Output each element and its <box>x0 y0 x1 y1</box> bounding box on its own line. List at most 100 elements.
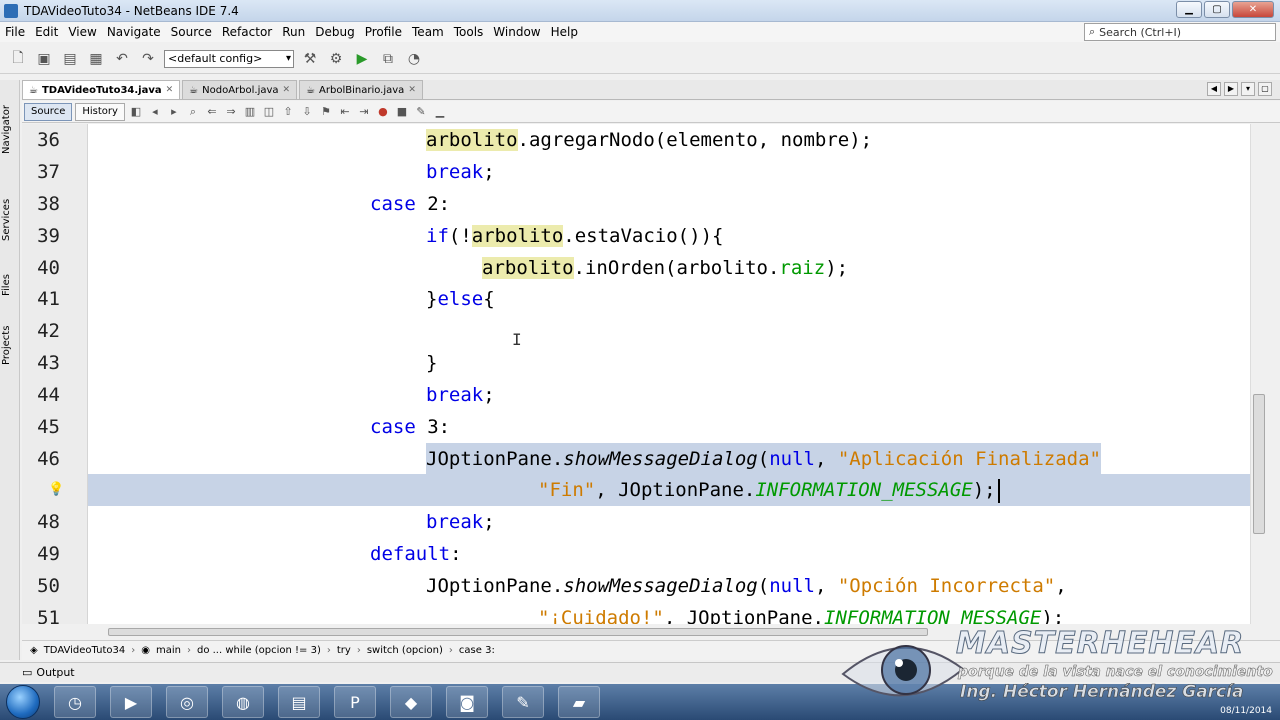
taskbar-explorer-icon[interactable]: ▤ <box>278 686 320 718</box>
new-file-icon[interactable]: 🗋 <box>8 49 28 69</box>
find-prev-icon[interactable]: ⇐ <box>204 104 220 120</box>
taskbar-recorder-icon[interactable]: ◙ <box>446 686 488 718</box>
redo-icon[interactable]: ↷ <box>138 49 158 69</box>
menu-help[interactable]: Help <box>546 25 583 39</box>
maximize-editor-icon[interactable]: ▢ <box>1258 82 1272 96</box>
tab-arbolbinario[interactable]: ☕ ArbolBinario.java ✕ <box>299 80 423 99</box>
code-token: { <box>483 288 495 310</box>
services-tab[interactable]: Services <box>1 190 19 250</box>
vertical-scroll-thumb[interactable] <box>1253 394 1265 534</box>
breadcrumb-try[interactable]: try <box>337 645 351 656</box>
undo-icon[interactable]: ↶ <box>112 49 132 69</box>
projects-tab[interactable]: Projects <box>1 315 19 375</box>
tab-list-icon[interactable]: ▾ <box>1241 82 1255 96</box>
tab-label: ArbolBinario.java <box>319 84 405 96</box>
menu-view[interactable]: View <box>63 25 101 39</box>
scroll-right-icon[interactable]: ▶ <box>1224 82 1238 96</box>
tab-tdavideotuto34[interactable]: ☕ TDAVideoTuto34.java ✕ <box>22 80 181 99</box>
new-project-icon[interactable]: ▣ <box>34 49 54 69</box>
taskbar-paint-icon[interactable]: ✎ <box>502 686 544 718</box>
find-icon[interactable]: ⌕ <box>185 104 201 120</box>
breadcrumb-separator: › <box>326 645 331 656</box>
horizontal-scroll-thumb[interactable] <box>108 628 928 636</box>
files-tab[interactable]: Files <box>1 265 19 305</box>
breadcrumb-case[interactable]: case 3: <box>459 645 495 656</box>
shift-left-icon[interactable]: ⇤ <box>337 104 353 120</box>
config-select[interactable]: <default config> <box>164 49 294 68</box>
close-button[interactable]: ✕ <box>1232 1 1274 18</box>
menu-tools[interactable]: Tools <box>449 25 489 39</box>
horizontal-scrollbar[interactable] <box>88 626 1248 638</box>
tab-nodoarbol[interactable]: ☕ NodoArbol.java ✕ <box>182 80 298 99</box>
menu-team[interactable]: Team <box>407 25 449 39</box>
find-next-icon[interactable]: ⇒ <box>223 104 239 120</box>
breadcrumb-do-while[interactable]: do ... while (opcion != 3) <box>197 645 321 656</box>
source-button[interactable]: Source <box>24 102 73 121</box>
forward-icon[interactable]: ▸ <box>166 104 182 120</box>
taskbar-powerpoint-icon[interactable]: P <box>334 686 376 718</box>
menu-run[interactable]: Run <box>277 25 310 39</box>
breadcrumb-separator: › <box>186 645 191 656</box>
code-line-36: arbolito.agregarNodo(elemento, nombre); <box>22 124 1250 156</box>
start-button[interactable] <box>6 685 40 719</box>
taskbar-clock-app-icon[interactable]: ◷ <box>54 686 96 718</box>
menu-file[interactable]: File <box>0 25 30 39</box>
close-tab-icon[interactable]: ✕ <box>408 85 416 95</box>
prev-bookmark-icon[interactable]: ⇧ <box>280 104 296 120</box>
back-icon[interactable]: ◂ <box>147 104 163 120</box>
code-token: showMessageDialog <box>563 575 758 597</box>
breadcrumb-class[interactable]: TDAVideoTuto34 <box>44 645 126 656</box>
open-project-icon[interactable]: ▤ <box>60 49 80 69</box>
history-button[interactable]: History <box>75 102 125 121</box>
taskbar-chrome-icon[interactable]: ◎ <box>166 686 208 718</box>
code-token: ; <box>483 384 495 406</box>
code-editor[interactable]: 36 37 38 39 40 41 42 43 44 45 46 💡 48 49… <box>22 124 1250 624</box>
output-bar: ▭ Output <box>0 662 1280 682</box>
code-token: ( <box>757 575 770 597</box>
close-tab-icon[interactable]: ✕ <box>283 85 291 95</box>
maximize-button[interactable]: ▢ <box>1204 1 1230 18</box>
output-tab[interactable]: Output <box>36 666 74 679</box>
next-bookmark-icon[interactable]: ⇩ <box>299 104 315 120</box>
navigator-tab[interactable]: Navigator <box>1 100 19 160</box>
menu-window[interactable]: Window <box>488 25 545 39</box>
toggle-rect-select-icon[interactable]: ◫ <box>261 104 277 120</box>
debug-icon[interactable]: ⧉ <box>378 49 398 69</box>
clean-build-icon[interactable]: ⚙ <box>326 49 346 69</box>
start-macro-icon[interactable]: ● <box>375 104 391 120</box>
menu-refactor[interactable]: Refactor <box>217 25 277 39</box>
shift-right-icon[interactable]: ⇥ <box>356 104 372 120</box>
code-token: : <box>450 543 462 565</box>
taskbar-media-icon[interactable]: ▶ <box>110 686 152 718</box>
profile-icon[interactable]: ◔ <box>404 49 424 69</box>
uncomment-icon[interactable]: ▁ <box>432 104 448 120</box>
menu-debug[interactable]: Debug <box>310 25 359 39</box>
last-edit-icon[interactable]: ◧ <box>128 104 144 120</box>
toggle-bookmark-icon[interactable]: ⚑ <box>318 104 334 120</box>
stop-macro-icon[interactable]: ■ <box>394 104 410 120</box>
code-token: } <box>426 288 438 310</box>
search-input[interactable]: ⌕ Search (Ctrl+I) <box>1084 23 1276 41</box>
scroll-left-icon[interactable]: ◀ <box>1207 82 1221 96</box>
vertical-scrollbar[interactable] <box>1250 124 1280 624</box>
close-tab-icon[interactable]: ✕ <box>166 85 174 95</box>
minimize-button[interactable]: ▁ <box>1176 1 1202 18</box>
menu-edit[interactable]: Edit <box>30 25 63 39</box>
code-line-45: case 3: <box>22 411 1250 443</box>
menu-navigate[interactable]: Navigate <box>102 25 166 39</box>
taskbar-app-icon[interactable]: ▰ <box>558 686 600 718</box>
code-token: JOptionPane. <box>426 575 564 597</box>
build-icon[interactable]: ⚒ <box>300 49 320 69</box>
menu-source[interactable]: Source <box>166 25 217 39</box>
save-all-icon[interactable]: ▦ <box>86 49 106 69</box>
code-line-46: JOptionPane.showMessageDialog(null, "Apl… <box>22 443 1250 475</box>
breadcrumb-switch[interactable]: switch (opcion) <box>367 645 443 656</box>
code-line-49: default: <box>22 538 1250 570</box>
run-icon[interactable]: ▶ <box>352 49 372 69</box>
taskbar-firefox-icon[interactable]: ◍ <box>222 686 264 718</box>
breadcrumb-method[interactable]: main <box>156 645 181 656</box>
taskbar-netbeans-icon[interactable]: ◆ <box>390 686 432 718</box>
menu-profile[interactable]: Profile <box>360 25 407 39</box>
comment-icon[interactable]: ✎ <box>413 104 429 120</box>
toggle-highlight-icon[interactable]: ▥ <box>242 104 258 120</box>
